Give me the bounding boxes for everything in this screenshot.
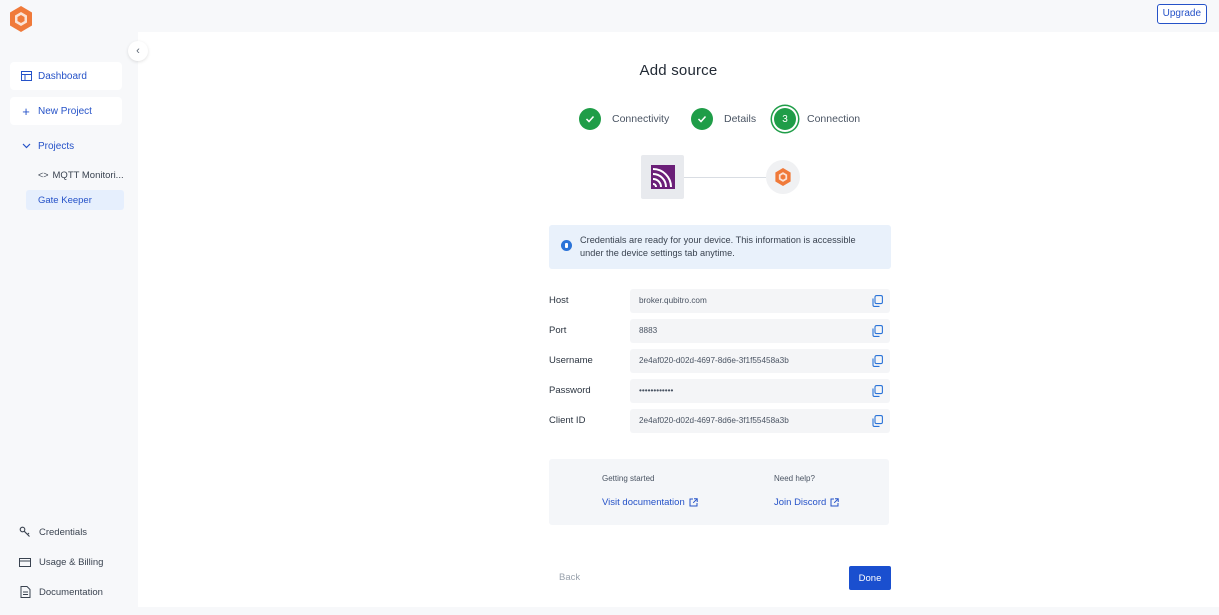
sidebar-item-label: New Project <box>38 105 92 117</box>
chevron-left-icon: ‹ <box>136 45 140 57</box>
sidebar-item-label: Documentation <box>39 586 103 598</box>
sidebar-item-usage-billing[interactable]: Usage & Billing <box>18 552 103 572</box>
step-details: Details <box>691 108 756 130</box>
external-link-icon <box>689 498 698 507</box>
password-field[interactable]: •••••••••••• <box>630 379 890 403</box>
check-icon <box>691 108 713 130</box>
getting-started-heading: Getting started <box>602 474 655 483</box>
project-label: Gate Keeper <box>38 194 92 206</box>
sidebar-project-mqtt[interactable]: <> MQTT Monitori... <box>26 165 124 185</box>
copy-icon[interactable] <box>872 325 883 337</box>
step-connection: 3 Connection <box>774 108 860 130</box>
dashboard-icon <box>20 71 32 81</box>
top-bar: Upgrade <box>0 0 1219 36</box>
credential-value: 2e4af020-d02d-4697-8d6e-3f1f55458a3b <box>639 356 789 365</box>
sidebar-item-new-project[interactable]: + New Project <box>10 97 122 125</box>
host-field[interactable]: broker.qubitro.com <box>630 289 890 313</box>
chevron-down-icon <box>20 143 32 149</box>
help-card: Getting started Visit documentation Need… <box>549 459 889 525</box>
mqtt-source-icon <box>641 155 684 199</box>
check-icon <box>579 108 601 130</box>
step-connectivity: Connectivity <box>579 108 669 130</box>
back-button[interactable]: Back <box>559 572 580 583</box>
info-text-line2: under the device settings tab anytime. <box>580 247 735 258</box>
step-label: Details <box>724 113 757 125</box>
credential-row-host: Host broker.qubitro.com <box>549 289 891 313</box>
username-field[interactable]: 2e4af020-d02d-4697-8d6e-3f1f55458a3b <box>630 349 890 373</box>
credential-label: Port <box>549 325 567 336</box>
key-icon <box>18 526 32 538</box>
done-button[interactable]: Done <box>849 566 891 590</box>
port-field[interactable]: 8883 <box>630 319 890 343</box>
credential-value: broker.qubitro.com <box>639 296 707 305</box>
credential-value: •••••••••••• <box>639 386 674 395</box>
copy-icon[interactable] <box>872 355 883 367</box>
credential-label: Username <box>549 355 593 366</box>
sidebar-item-credentials[interactable]: Credentials <box>18 522 87 542</box>
need-help-heading: Need help? <box>774 474 815 483</box>
link-label: Join Discord <box>774 497 827 508</box>
info-text-line1: Credentials are ready for your device. T… <box>580 235 856 245</box>
main-panel: Add source Connectivity Details 3 Connec… <box>138 32 1219 607</box>
connector-line <box>684 177 766 178</box>
sidebar-item-label: Credentials <box>39 526 88 538</box>
upgrade-button[interactable]: Upgrade <box>1156 4 1207 24</box>
client-id-field[interactable]: 2e4af020-d02d-4697-8d6e-3f1f55458a3b <box>630 409 890 433</box>
credential-value: 2e4af020-d02d-4697-8d6e-3f1f55458a3b <box>639 416 789 425</box>
visit-documentation-link[interactable]: Visit documentation <box>602 497 698 508</box>
sidebar-item-label: Usage & Billing <box>39 556 104 568</box>
sidebar-item-dashboard[interactable]: Dashboard <box>10 62 122 90</box>
step-label: Connectivity <box>612 113 670 125</box>
plus-icon: + <box>22 103 30 119</box>
project-label: MQTT Monitori... <box>52 169 124 181</box>
sidebar-project-gate-keeper[interactable]: Gate Keeper <box>26 190 124 210</box>
credential-label: Password <box>549 385 591 396</box>
copy-icon[interactable] <box>872 385 883 397</box>
qubitro-destination-icon <box>766 160 800 194</box>
page-title: Add source <box>639 62 718 79</box>
credential-value: 8883 <box>639 326 658 335</box>
link-label: Visit documentation <box>602 497 685 508</box>
step-label: Connection <box>807 113 861 125</box>
credential-label: Host <box>549 295 569 306</box>
credential-row-port: Port 8883 <box>549 319 891 343</box>
sidebar-item-label: Projects <box>38 140 75 152</box>
step-number: 3 <box>774 108 796 130</box>
sidebar-item-documentation[interactable]: Documentation <box>18 582 103 602</box>
document-icon <box>18 586 32 598</box>
credential-row-password: Password •••••••••••• <box>549 379 891 403</box>
sidebar-item-label: Dashboard <box>38 70 87 82</box>
credential-row-username: Username 2e4af020-d02d-4697-8d6e-3f1f554… <box>549 349 891 373</box>
credential-label: Client ID <box>549 415 586 426</box>
info-icon <box>561 240 572 251</box>
link-icon: <> <box>38 170 49 180</box>
credit-card-icon <box>18 557 32 567</box>
sidebar-item-projects[interactable]: Projects <box>10 132 122 160</box>
external-link-icon <box>830 498 839 507</box>
copy-icon[interactable] <box>872 295 883 307</box>
copy-icon[interactable] <box>872 415 883 427</box>
qubitro-logo-icon[interactable] <box>8 5 34 33</box>
credential-row-client-id: Client ID 2e4af020-d02d-4697-8d6e-3f1f55… <box>549 409 891 433</box>
join-discord-link[interactable]: Join Discord <box>774 497 839 508</box>
collapse-sidebar-button[interactable]: ‹ <box>128 41 148 61</box>
info-banner: Credentials are ready for your device. T… <box>549 225 891 269</box>
